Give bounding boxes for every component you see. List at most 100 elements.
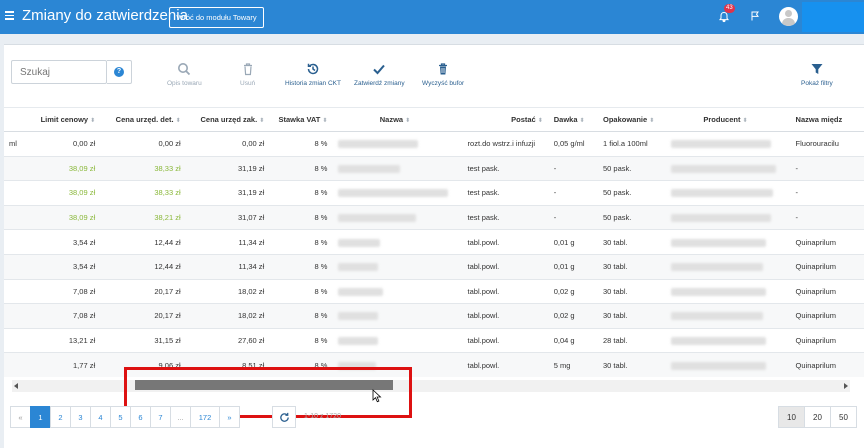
approve-changes-button[interactable]: Zatwierdź zmiany xyxy=(354,62,405,87)
help-button[interactable]: ? xyxy=(107,60,132,84)
cell-name xyxy=(333,254,463,280)
cell-dose: - xyxy=(548,156,598,182)
cell-intl-name: Quinaprilum xyxy=(790,303,864,329)
col-header-zak[interactable]: Cena urzęd zak. ⬍ xyxy=(186,107,271,132)
col-header-producer[interactable]: Producent ⬍ xyxy=(666,107,791,132)
refresh-button[interactable] xyxy=(272,406,296,428)
cell-dose: 5 mg xyxy=(548,352,598,377)
cell-intl-name: - xyxy=(790,156,864,182)
page-1[interactable]: 1 xyxy=(30,406,51,428)
cell-first xyxy=(4,279,23,305)
col-header-intl-name[interactable]: Nazwa międz xyxy=(790,107,864,132)
flag-icon[interactable] xyxy=(749,10,761,22)
ckt-history-button[interactable]: Historia zmian CKT xyxy=(285,62,341,87)
table-row[interactable]: 3,54 zł 12,44 zł 11,34 zł 8 % tabl.powl. 0,01… xyxy=(4,229,864,255)
cell-first: ml xyxy=(4,131,23,157)
tool-label: Opis towaru xyxy=(167,80,202,87)
cell-limit: 1,77 zł xyxy=(22,352,102,377)
cell-vat: 8 % xyxy=(270,229,334,255)
cell-limit: 0,00 zł xyxy=(22,131,102,157)
col-header-dose[interactable]: Dawka ⬍ xyxy=(548,107,598,132)
table-row[interactable]: 13,21 zł 31,15 zł 27,60 zł 8 % tabl.powl. 0,0… xyxy=(4,328,864,354)
page-3[interactable]: 3 xyxy=(70,406,91,428)
tool-label: Usuń xyxy=(240,80,256,87)
table-row[interactable]: 7,08 zł 20,17 zł 18,02 zł 8 % tabl.powl. 0,02… xyxy=(4,279,864,305)
tool-label: Pokaż filtry xyxy=(801,80,833,87)
search-input[interactable] xyxy=(11,60,107,84)
cell-name xyxy=(333,131,463,157)
redacted-text xyxy=(671,189,774,198)
cell-name xyxy=(333,205,463,231)
cell-zak: 31,19 zł xyxy=(186,180,271,206)
table-row[interactable]: 38,09 zł 38,21 zł 31,07 zł 8 % test pask. -50… xyxy=(4,205,864,231)
scroll-left-icon[interactable] xyxy=(14,383,18,389)
next-page-button[interactable]: » xyxy=(219,406,240,428)
product-description-button[interactable]: Opis towaru xyxy=(167,62,202,87)
page-4[interactable]: 4 xyxy=(90,406,111,428)
col-header-det[interactable]: Cena urzęd. det. ⬍ xyxy=(101,107,187,132)
cell-first xyxy=(4,205,23,231)
page-size-50[interactable]: 50 xyxy=(830,406,857,428)
page-size-10[interactable]: 10 xyxy=(778,406,805,428)
cursor-icon xyxy=(372,389,382,403)
page-2[interactable]: 2 xyxy=(50,406,71,428)
avatar[interactable] xyxy=(779,7,798,26)
cell-intl-name: Quinaprilum xyxy=(790,229,864,255)
cell-intl-name: - xyxy=(790,205,864,231)
delete-button[interactable]: Usuń xyxy=(240,62,255,87)
page-7[interactable]: 7 xyxy=(150,406,171,428)
redacted-text xyxy=(671,312,764,321)
page-5[interactable]: 5 xyxy=(110,406,131,428)
user-menu[interactable] xyxy=(802,2,864,32)
notification-badge: 43 xyxy=(724,4,735,13)
menu-icon[interactable] xyxy=(5,11,14,20)
redacted-text xyxy=(671,287,767,296)
col-header-form[interactable]: Postać ⬍ xyxy=(462,107,549,132)
col-header-first xyxy=(4,107,23,132)
col-header-name[interactable]: Nazwa ⬍ xyxy=(333,107,463,132)
cell-name xyxy=(333,156,463,182)
page-6[interactable]: 6 xyxy=(130,406,151,428)
col-header-pack[interactable]: Opakowanie ⬍ xyxy=(598,107,667,132)
col-header-limit[interactable]: Limit cenowy ⬍ xyxy=(22,107,102,132)
table-row[interactable]: 38,09 zł 38,33 zł 31,19 zł 8 % test pask. -50… xyxy=(4,156,864,182)
show-filters-button[interactable]: Pokaż filtry xyxy=(801,62,833,87)
prev-page-button[interactable]: « xyxy=(10,406,31,428)
cell-limit: 7,08 zł xyxy=(22,303,102,329)
cell-vat: 8 % xyxy=(270,254,334,280)
cell-intl-name: Quinaprilum xyxy=(790,279,864,305)
cell-limit: 13,21 zł xyxy=(22,328,102,354)
cell-det: 12,44 zł xyxy=(101,254,187,280)
cell-det: 38,33 zł xyxy=(101,156,187,182)
scroll-right-icon[interactable] xyxy=(844,383,848,389)
table-row[interactable]: ml 0,00 zł 0,00 zł 0,00 zł 8 % rozt.do wstrz.… xyxy=(4,131,864,157)
page-size-20[interactable]: 20 xyxy=(804,406,831,428)
clear-buffer-button[interactable]: Wyczyść bufor xyxy=(422,62,464,87)
cell-name xyxy=(333,303,463,329)
cell-form: test pask. xyxy=(462,180,549,206)
cell-pack: 50 pask. xyxy=(598,156,667,182)
table-row[interactable]: 3,54 zł 12,44 zł 11,34 zł 8 % tabl.powl. 0,01… xyxy=(4,254,864,280)
table-row[interactable]: 38,09 zł 38,33 zł 31,19 zł 8 % test pask. -50… xyxy=(4,180,864,206)
cell-first xyxy=(4,303,23,329)
cell-first xyxy=(4,156,23,182)
cell-vat: 8 % xyxy=(270,328,334,354)
table-row[interactable]: 7,08 zł 20,17 zł 18,02 zł 8 % tabl.powl. 0,02… xyxy=(4,303,864,329)
tool-label: Historia zmian CKT xyxy=(285,80,341,87)
col-header-vat[interactable]: Stawka VAT ⬍ xyxy=(270,107,334,132)
cell-dose: 0,04 g xyxy=(548,328,598,354)
changes-table: Limit cenowy ⬍ Cena urzęd. det. ⬍ Cena urz… xyxy=(4,107,864,377)
cell-form: tabl.powl. xyxy=(462,352,549,377)
check-icon xyxy=(373,64,386,75)
tool-label: Wyczyść bufor xyxy=(422,80,465,87)
sort-icon: ⬍ xyxy=(649,117,655,124)
search-icon xyxy=(178,63,191,76)
redacted-text xyxy=(671,238,767,247)
page-last[interactable]: 172 xyxy=(190,406,220,428)
cell-limit: 7,08 zł xyxy=(22,279,102,305)
redacted-text xyxy=(338,164,401,173)
cell-form: tabl.powl. xyxy=(462,303,549,329)
cell-intl-name: - xyxy=(790,180,864,206)
back-to-products-button[interactable]: Wróć do modułu Towary xyxy=(169,7,264,28)
top-bar: Zmiany do zatwierdzenia Wróć do modułu T… xyxy=(0,0,864,34)
